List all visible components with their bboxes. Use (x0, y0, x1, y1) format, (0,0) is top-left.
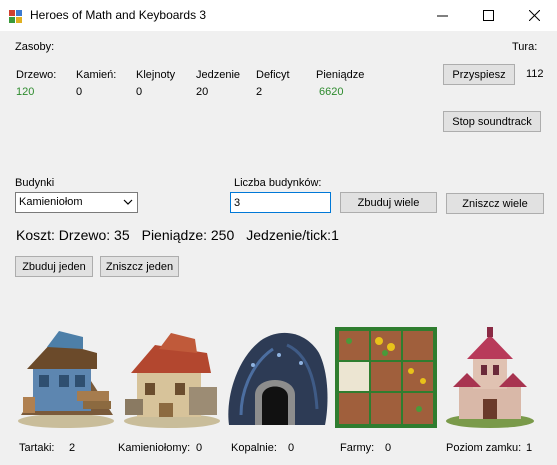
maximize-icon (482, 10, 494, 21)
buildings-label: Budynki (15, 177, 55, 189)
money-value: 6620 (319, 86, 344, 98)
sawmills-value: 2 (69, 442, 76, 454)
speedup-button[interactable]: Przyspiesz (443, 64, 515, 85)
building-select[interactable]: Kamieniołom (15, 192, 138, 213)
title-bar: Heroes of Math and Keyboards 3 (0, 0, 557, 31)
wood-label: Drzewo: (16, 69, 57, 81)
castle-level-value: 1 (526, 442, 533, 454)
cost-line: Koszt: Drzewo: 35 Pieniądze: 250 Jedzenie/… (16, 227, 351, 243)
cost-money: Pieniądze: 250 (141, 227, 235, 243)
quarries-label: Kamieniołomy: (118, 442, 191, 454)
quarry-icon (124, 333, 220, 428)
building-select-value: Kamieniołom (19, 196, 83, 208)
minimize-button[interactable] (419, 0, 465, 31)
app-icon (9, 10, 22, 23)
building-count-label: Liczba budynków: (234, 177, 322, 189)
destroy-one-button[interactable]: Zniszcz jeden (100, 256, 179, 277)
cost-food: Jedzenie/tick:1 (246, 227, 339, 243)
gems-label: Klejnoty (136, 69, 176, 81)
chevron-down-icon (123, 199, 133, 205)
stop-soundtrack-button[interactable]: Stop soundtrack (443, 111, 541, 132)
destroy-many-button[interactable]: Zniszcz wiele (446, 193, 544, 214)
money-label: Pieniądze (316, 69, 365, 81)
gems-value: 0 (136, 86, 143, 98)
sawmill-icon (18, 331, 114, 428)
close-icon (528, 10, 540, 21)
stone-label: Kamień: (76, 69, 117, 81)
wood-value: 120 (16, 86, 35, 98)
building-count-input[interactable] (230, 192, 331, 213)
resources-header: Zasoby: (15, 41, 55, 53)
cost-wood: Koszt: Drzewo: 35 (16, 227, 130, 243)
castle-level-label: Poziom zamku: (446, 442, 522, 454)
build-many-button[interactable]: Zbuduj wiele (340, 192, 437, 213)
turn-value: 112 (526, 68, 544, 80)
deficit-value: 2 (256, 86, 263, 98)
quarries-value: 0 (196, 442, 203, 454)
sawmills-label: Tartaki: (19, 442, 55, 454)
food-value: 20 (196, 86, 209, 98)
farm-icon (335, 327, 437, 428)
farms-value: 0 (385, 442, 392, 454)
mines-label: Kopalnie: (231, 442, 277, 454)
turn-label: Tura: (512, 41, 538, 53)
build-one-button[interactable]: Zbuduj jeden (15, 256, 93, 277)
maximize-button[interactable] (465, 0, 511, 31)
farms-label: Farmy: (340, 442, 375, 454)
mines-value: 0 (288, 442, 295, 454)
mine-icon (228, 332, 328, 425)
deficit-label: Deficyt (256, 69, 290, 81)
minimize-icon (436, 15, 448, 17)
food-label: Jedzenie (196, 69, 241, 81)
castle-icon (446, 327, 534, 428)
close-button[interactable] (511, 0, 557, 31)
app-window: Heroes of Math and Keyboards 3 Zasoby: D… (0, 0, 557, 465)
stone-value: 0 (76, 86, 83, 98)
window-title: Heroes of Math and Keyboards 3 (30, 8, 207, 22)
